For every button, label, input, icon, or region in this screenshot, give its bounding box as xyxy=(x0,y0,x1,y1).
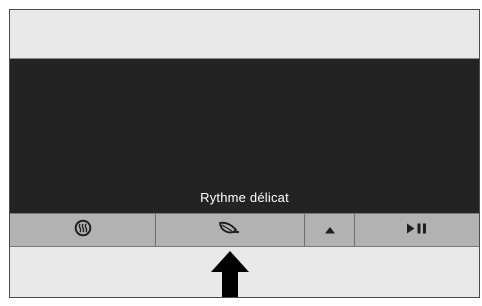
heat-button[interactable] xyxy=(10,214,155,246)
leaf-mode-button[interactable] xyxy=(156,214,304,246)
up-triangle-icon xyxy=(324,221,336,239)
up-button[interactable] xyxy=(305,214,354,246)
mode-label: Rythme délicat xyxy=(200,190,289,205)
heat-waves-icon xyxy=(74,219,92,242)
button-bar xyxy=(10,213,479,247)
top-panel-strip xyxy=(10,10,479,59)
device-panel: Rythme délicat xyxy=(9,9,480,298)
play-pause-icon xyxy=(406,221,428,239)
leaf-mode-icon xyxy=(217,219,243,242)
play-pause-button[interactable] xyxy=(355,214,479,246)
pointer-arrow-icon xyxy=(209,250,251,297)
